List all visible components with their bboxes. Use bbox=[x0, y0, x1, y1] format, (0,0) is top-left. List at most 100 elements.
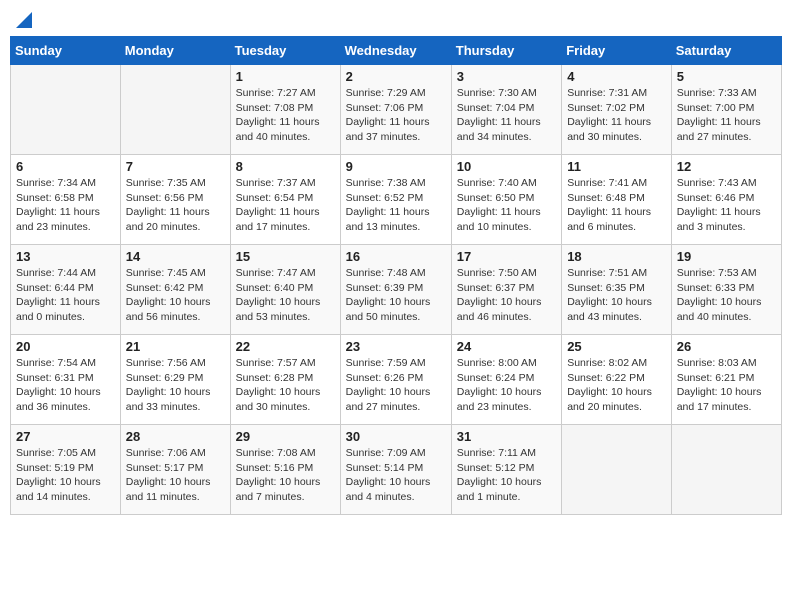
calendar-cell: 17 Sunrise: 7:50 AMSunset: 6:37 PMDayligh… bbox=[451, 245, 561, 335]
calendar-cell: 28 Sunrise: 7:06 AMSunset: 5:17 PMDayligh… bbox=[120, 425, 230, 515]
day-number: 3 bbox=[457, 69, 556, 84]
day-info: Sunrise: 7:27 AMSunset: 7:08 PMDaylight:… bbox=[236, 86, 335, 145]
day-info: Sunrise: 7:38 AMSunset: 6:52 PMDaylight:… bbox=[346, 176, 446, 235]
day-number: 12 bbox=[677, 159, 776, 174]
day-number: 4 bbox=[567, 69, 666, 84]
day-number: 26 bbox=[677, 339, 776, 354]
day-number: 25 bbox=[567, 339, 666, 354]
day-info: Sunrise: 7:35 AMSunset: 6:56 PMDaylight:… bbox=[126, 176, 225, 235]
day-info: Sunrise: 7:33 AMSunset: 7:00 PMDaylight:… bbox=[677, 86, 776, 145]
calendar-cell: 18 Sunrise: 7:51 AMSunset: 6:35 PMDayligh… bbox=[562, 245, 672, 335]
week-row-4: 20 Sunrise: 7:54 AMSunset: 6:31 PMDayligh… bbox=[11, 335, 782, 425]
calendar-cell: 31 Sunrise: 7:11 AMSunset: 5:12 PMDayligh… bbox=[451, 425, 561, 515]
day-info: Sunrise: 7:56 AMSunset: 6:29 PMDaylight:… bbox=[126, 356, 225, 415]
day-info: Sunrise: 8:02 AMSunset: 6:22 PMDaylight:… bbox=[567, 356, 666, 415]
day-info: Sunrise: 7:57 AMSunset: 6:28 PMDaylight:… bbox=[236, 356, 335, 415]
calendar-cell: 20 Sunrise: 7:54 AMSunset: 6:31 PMDayligh… bbox=[11, 335, 121, 425]
day-number: 10 bbox=[457, 159, 556, 174]
day-info: Sunrise: 7:50 AMSunset: 6:37 PMDaylight:… bbox=[457, 266, 556, 325]
day-info: Sunrise: 7:47 AMSunset: 6:40 PMDaylight:… bbox=[236, 266, 335, 325]
calendar-cell: 4 Sunrise: 7:31 AMSunset: 7:02 PMDaylight… bbox=[562, 65, 672, 155]
day-number: 19 bbox=[677, 249, 776, 264]
day-number: 20 bbox=[16, 339, 115, 354]
weekday-header-row: SundayMondayTuesdayWednesdayThursdayFrid… bbox=[11, 37, 782, 65]
day-number: 8 bbox=[236, 159, 335, 174]
calendar-cell: 15 Sunrise: 7:47 AMSunset: 6:40 PMDayligh… bbox=[230, 245, 340, 335]
day-number: 13 bbox=[16, 249, 115, 264]
calendar-cell: 13 Sunrise: 7:44 AMSunset: 6:44 PMDayligh… bbox=[11, 245, 121, 335]
week-row-3: 13 Sunrise: 7:44 AMSunset: 6:44 PMDayligh… bbox=[11, 245, 782, 335]
day-info: Sunrise: 7:05 AMSunset: 5:19 PMDaylight:… bbox=[16, 446, 115, 505]
day-number: 22 bbox=[236, 339, 335, 354]
day-info: Sunrise: 7:53 AMSunset: 6:33 PMDaylight:… bbox=[677, 266, 776, 325]
day-number: 15 bbox=[236, 249, 335, 264]
day-number: 14 bbox=[126, 249, 225, 264]
day-info: Sunrise: 7:40 AMSunset: 6:50 PMDaylight:… bbox=[457, 176, 556, 235]
day-number: 5 bbox=[677, 69, 776, 84]
logo bbox=[14, 14, 32, 28]
day-info: Sunrise: 7:09 AMSunset: 5:14 PMDaylight:… bbox=[346, 446, 446, 505]
calendar-cell: 8 Sunrise: 7:37 AMSunset: 6:54 PMDaylight… bbox=[230, 155, 340, 245]
weekday-friday: Friday bbox=[562, 37, 672, 65]
day-info: Sunrise: 7:37 AMSunset: 6:54 PMDaylight:… bbox=[236, 176, 335, 235]
calendar-cell: 30Sunrise: 7:09 AMSunset: 5:14 PMDayligh… bbox=[340, 425, 451, 515]
weekday-tuesday: Tuesday bbox=[230, 37, 340, 65]
weekday-sunday: Sunday bbox=[11, 37, 121, 65]
calendar-cell: 14 Sunrise: 7:45 AMSunset: 6:42 PMDayligh… bbox=[120, 245, 230, 335]
calendar-cell: 27 Sunrise: 7:05 AMSunset: 5:19 PMDayligh… bbox=[11, 425, 121, 515]
day-number: 27 bbox=[16, 429, 115, 444]
day-info: Sunrise: 7:45 AMSunset: 6:42 PMDaylight:… bbox=[126, 266, 225, 325]
calendar-cell: 26Sunrise: 8:03 AMSunset: 6:21 PMDayligh… bbox=[671, 335, 781, 425]
day-info: Sunrise: 7:29 AMSunset: 7:06 PMDaylight:… bbox=[346, 86, 446, 145]
week-row-2: 6 Sunrise: 7:34 AMSunset: 6:58 PMDaylight… bbox=[11, 155, 782, 245]
day-info: Sunrise: 7:06 AMSunset: 5:17 PMDaylight:… bbox=[126, 446, 225, 505]
day-info: Sunrise: 7:30 AMSunset: 7:04 PMDaylight:… bbox=[457, 86, 556, 145]
calendar-cell: 3 Sunrise: 7:30 AMSunset: 7:04 PMDaylight… bbox=[451, 65, 561, 155]
week-row-5: 27 Sunrise: 7:05 AMSunset: 5:19 PMDayligh… bbox=[11, 425, 782, 515]
calendar-cell: 2 Sunrise: 7:29 AMSunset: 7:06 PMDaylight… bbox=[340, 65, 451, 155]
day-info: Sunrise: 7:59 AMSunset: 6:26 PMDaylight:… bbox=[346, 356, 446, 415]
day-number: 31 bbox=[457, 429, 556, 444]
calendar-cell bbox=[671, 425, 781, 515]
calendar-cell: 19 Sunrise: 7:53 AMSunset: 6:33 PMDayligh… bbox=[671, 245, 781, 335]
calendar-body: 1 Sunrise: 7:27 AMSunset: 7:08 PMDaylight… bbox=[11, 65, 782, 515]
calendar-cell: 24Sunrise: 8:00 AMSunset: 6:24 PMDayligh… bbox=[451, 335, 561, 425]
calendar-cell: 5 Sunrise: 7:33 AMSunset: 7:00 PMDaylight… bbox=[671, 65, 781, 155]
calendar-cell: 25 Sunrise: 8:02 AMSunset: 6:22 PMDayligh… bbox=[562, 335, 672, 425]
day-number: 28 bbox=[126, 429, 225, 444]
day-info: Sunrise: 7:44 AMSunset: 6:44 PMDaylight:… bbox=[16, 266, 115, 325]
day-number: 29 bbox=[236, 429, 335, 444]
calendar-cell: 6 Sunrise: 7:34 AMSunset: 6:58 PMDaylight… bbox=[11, 155, 121, 245]
day-number: 1 bbox=[236, 69, 335, 84]
day-info: Sunrise: 7:08 AMSunset: 5:16 PMDaylight:… bbox=[236, 446, 335, 505]
day-number: 23 bbox=[346, 339, 446, 354]
day-number: 7 bbox=[126, 159, 225, 174]
weekday-wednesday: Wednesday bbox=[340, 37, 451, 65]
calendar-cell: 10 Sunrise: 7:40 AMSunset: 6:50 PMDayligh… bbox=[451, 155, 561, 245]
day-info: Sunrise: 7:31 AMSunset: 7:02 PMDaylight:… bbox=[567, 86, 666, 145]
day-info: Sunrise: 7:41 AMSunset: 6:48 PMDaylight:… bbox=[567, 176, 666, 235]
day-number: 6 bbox=[16, 159, 115, 174]
calendar-cell: 12Sunrise: 7:43 AMSunset: 6:46 PMDayligh… bbox=[671, 155, 781, 245]
calendar-cell: 9Sunrise: 7:38 AMSunset: 6:52 PMDaylight… bbox=[340, 155, 451, 245]
day-number: 17 bbox=[457, 249, 556, 264]
week-row-1: 1 Sunrise: 7:27 AMSunset: 7:08 PMDaylight… bbox=[11, 65, 782, 155]
calendar-cell bbox=[11, 65, 121, 155]
calendar-cell: 16Sunrise: 7:48 AMSunset: 6:39 PMDayligh… bbox=[340, 245, 451, 335]
weekday-saturday: Saturday bbox=[671, 37, 781, 65]
day-number: 21 bbox=[126, 339, 225, 354]
weekday-thursday: Thursday bbox=[451, 37, 561, 65]
calendar-cell bbox=[120, 65, 230, 155]
calendar-cell: 22 Sunrise: 7:57 AMSunset: 6:28 PMDayligh… bbox=[230, 335, 340, 425]
day-info: Sunrise: 7:34 AMSunset: 6:58 PMDaylight:… bbox=[16, 176, 115, 235]
day-number: 2 bbox=[346, 69, 446, 84]
calendar: SundayMondayTuesdayWednesdayThursdayFrid… bbox=[10, 36, 782, 515]
weekday-monday: Monday bbox=[120, 37, 230, 65]
calendar-cell: 29 Sunrise: 7:08 AMSunset: 5:16 PMDayligh… bbox=[230, 425, 340, 515]
day-number: 16 bbox=[346, 249, 446, 264]
day-info: Sunrise: 7:11 AMSunset: 5:12 PMDaylight:… bbox=[457, 446, 556, 505]
day-number: 18 bbox=[567, 249, 666, 264]
day-info: Sunrise: 7:54 AMSunset: 6:31 PMDaylight:… bbox=[16, 356, 115, 415]
calendar-cell: 7 Sunrise: 7:35 AMSunset: 6:56 PMDaylight… bbox=[120, 155, 230, 245]
day-info: Sunrise: 7:51 AMSunset: 6:35 PMDaylight:… bbox=[567, 266, 666, 325]
